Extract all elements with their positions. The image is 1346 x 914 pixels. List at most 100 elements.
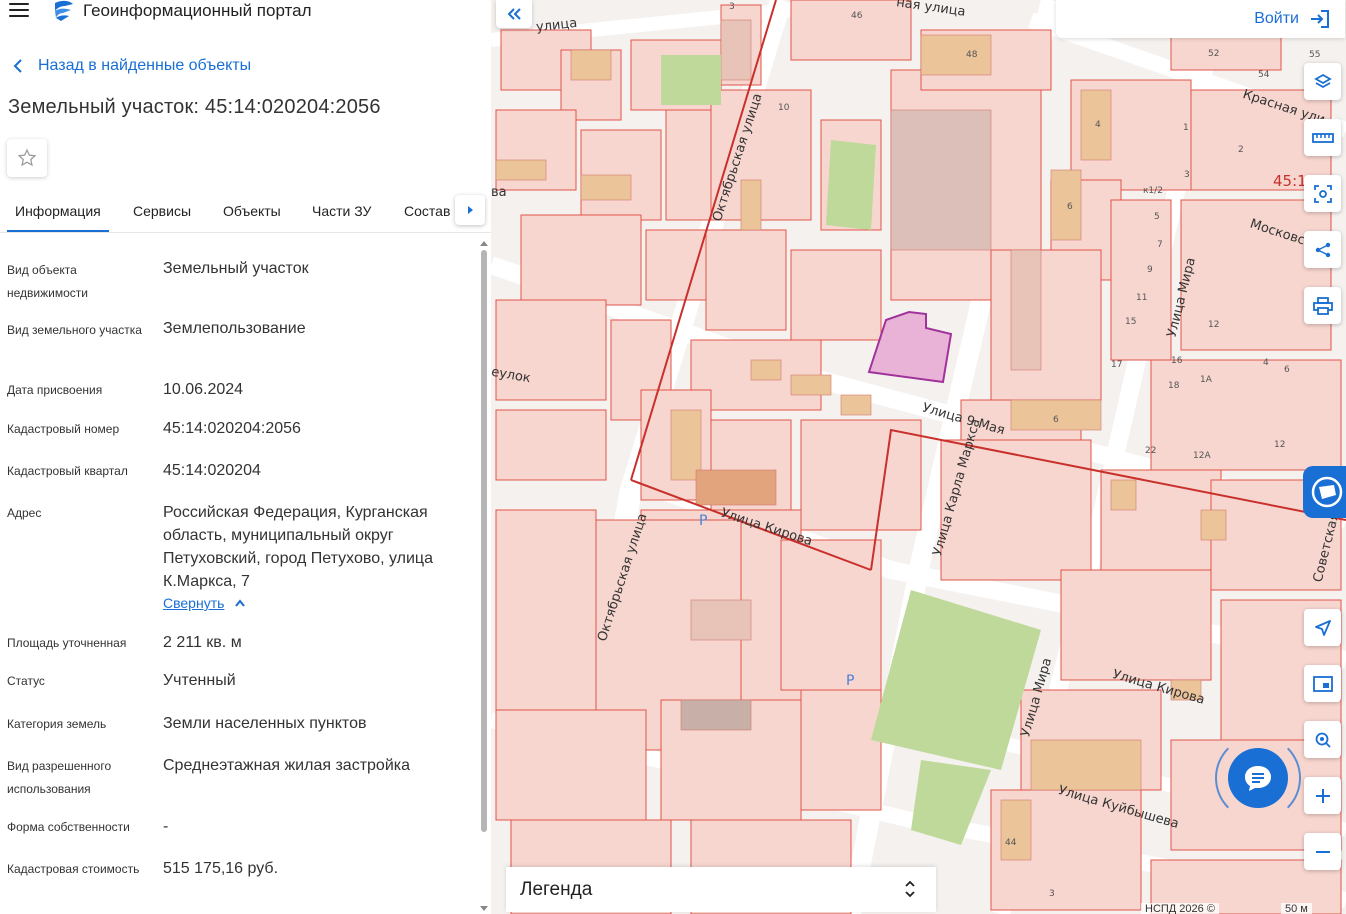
building-number: 10	[778, 103, 790, 113]
collapse-label: Свернуть	[163, 595, 225, 611]
my-location-button[interactable]	[1304, 609, 1341, 646]
building-number: 16	[1171, 356, 1183, 366]
back-link-label: Назад в найденные объекты	[38, 57, 252, 74]
chat-button[interactable]	[1228, 748, 1288, 808]
favorite-button[interactable]	[7, 139, 47, 177]
building-number: 5	[1154, 212, 1160, 222]
tab-information[interactable]: Информация	[7, 203, 109, 232]
double-chevron-left-icon	[507, 8, 521, 20]
building-number: 11	[1136, 293, 1148, 303]
collapse-address-link[interactable]: Свернуть	[163, 595, 246, 611]
prop-label: Статус	[7, 674, 45, 688]
chevron-up-icon	[235, 599, 246, 607]
plus-icon	[1315, 788, 1330, 803]
scroll-down-icon	[480, 906, 488, 911]
hamburger-icon[interactable]	[9, 3, 29, 17]
measure-button[interactable]	[1304, 119, 1341, 156]
building-number: 12	[1208, 320, 1220, 330]
zoom-out-button[interactable]	[1304, 833, 1341, 870]
building-number: 4	[1263, 358, 1269, 368]
geo-search-button[interactable]	[1304, 721, 1341, 758]
building-number: 54	[1258, 70, 1270, 80]
cadastral-map[interactable]: улица ная улица Красная ули Московс Октя…	[491, 0, 1346, 914]
expand-collapse-icon	[905, 880, 915, 898]
prop-value: 10.06.2024	[163, 381, 244, 398]
building-number: 1А	[1200, 375, 1212, 385]
print-icon	[1312, 296, 1333, 315]
legend-toggle[interactable]: Легенда	[506, 867, 936, 912]
map-scale: 50 м	[1281, 903, 1312, 914]
scroll-thumb[interactable]	[481, 250, 487, 832]
tab-services[interactable]: Сервисы	[133, 203, 191, 219]
prop-label: Кадастровый номер	[7, 422, 120, 436]
building-number: 3	[729, 2, 735, 12]
tab-parts[interactable]: Части ЗУ	[312, 203, 371, 219]
chevron-left-icon	[13, 59, 22, 73]
area-select-button[interactable]	[1304, 175, 1341, 212]
building-number: 44	[1005, 838, 1017, 848]
service-logo-icon	[1311, 476, 1343, 508]
prop-label: Категория земель	[7, 717, 107, 731]
ruler-icon	[1311, 132, 1334, 143]
side-service-logo[interactable]	[1303, 466, 1346, 518]
prop-label: Вид объекта недвижимости	[7, 263, 88, 300]
prop-value: 45:14:020204	[163, 462, 261, 479]
legend-label: Легенда	[520, 878, 593, 900]
building-number: 18	[1168, 381, 1180, 391]
prop-label: Адрес	[7, 506, 42, 520]
login-button[interactable]: Войти	[1056, 0, 1345, 38]
building-number: 6	[1284, 365, 1290, 375]
building-number: 4	[1095, 120, 1101, 130]
building-number: 7	[1157, 240, 1163, 250]
share-icon	[1315, 242, 1330, 257]
tab-bar: Информация Сервисы Объекты Части ЗУ Сост…	[0, 195, 491, 233]
login-label: Войти	[1254, 10, 1299, 27]
panel-scrollbar[interactable]	[480, 240, 488, 914]
building-number: к1/2	[1143, 186, 1163, 196]
street-label: ва	[491, 185, 507, 200]
prop-label: Кадастровый квартал	[7, 464, 128, 478]
tab-objects[interactable]: Объекты	[223, 203, 281, 219]
layers-icon	[1313, 73, 1332, 88]
building-number: 55	[1309, 50, 1321, 60]
building-number: 3	[1049, 889, 1055, 899]
building-number: 1	[1183, 123, 1189, 133]
back-to-results-link[interactable]: Назад в найденные объекты	[12, 57, 251, 75]
map-attribution: НСПД 2026 ©	[1141, 903, 1219, 914]
top-bar: Геоинформационный портал	[0, 0, 491, 24]
building-number: 48	[966, 50, 978, 60]
prop-value: 515 175,16 руб.	[163, 860, 279, 877]
tab-composition[interactable]: Состав	[404, 203, 450, 219]
prop-value: Земельный участок	[163, 260, 309, 277]
portal-logo-icon[interactable]	[51, 0, 75, 22]
object-info-panel: Геоинформационный портал Назад в найденн…	[0, 0, 491, 914]
prop-value: Земли населенных пунктов	[163, 715, 367, 732]
building-number: 3	[1184, 170, 1190, 180]
minimap-button[interactable]	[1304, 665, 1341, 702]
building-number: 46	[851, 11, 863, 21]
prop-label: Вид земельного участка	[7, 323, 142, 337]
chat-icon	[1245, 766, 1271, 791]
parking-label: P	[699, 513, 708, 529]
prop-value: Среднеэтажная жилая застройка	[163, 757, 411, 774]
building-number: 12	[1274, 440, 1286, 450]
collapse-panel-button[interactable]	[496, 0, 532, 28]
tabs-scroll-right-button[interactable]	[455, 195, 485, 225]
location-search-icon	[1315, 732, 1331, 748]
caret-right-icon	[468, 206, 473, 214]
layers-button[interactable]	[1304, 63, 1341, 100]
minimap-icon	[1312, 675, 1333, 692]
zoom-in-button[interactable]	[1304, 777, 1341, 814]
quarter-label: 45:1	[1273, 172, 1307, 190]
navigation-icon	[1314, 619, 1331, 636]
print-button[interactable]	[1304, 287, 1341, 324]
scroll-up-icon	[480, 241, 488, 246]
building-number: 9	[1147, 265, 1153, 275]
share-button[interactable]	[1304, 231, 1341, 268]
building-number: 22	[1145, 446, 1157, 456]
prop-value: Землепользование	[163, 320, 306, 337]
minus-icon	[1315, 850, 1330, 853]
star-icon	[17, 148, 37, 167]
prop-value: 2 211 кв. м	[163, 634, 242, 651]
building-number: 6	[1067, 202, 1073, 212]
